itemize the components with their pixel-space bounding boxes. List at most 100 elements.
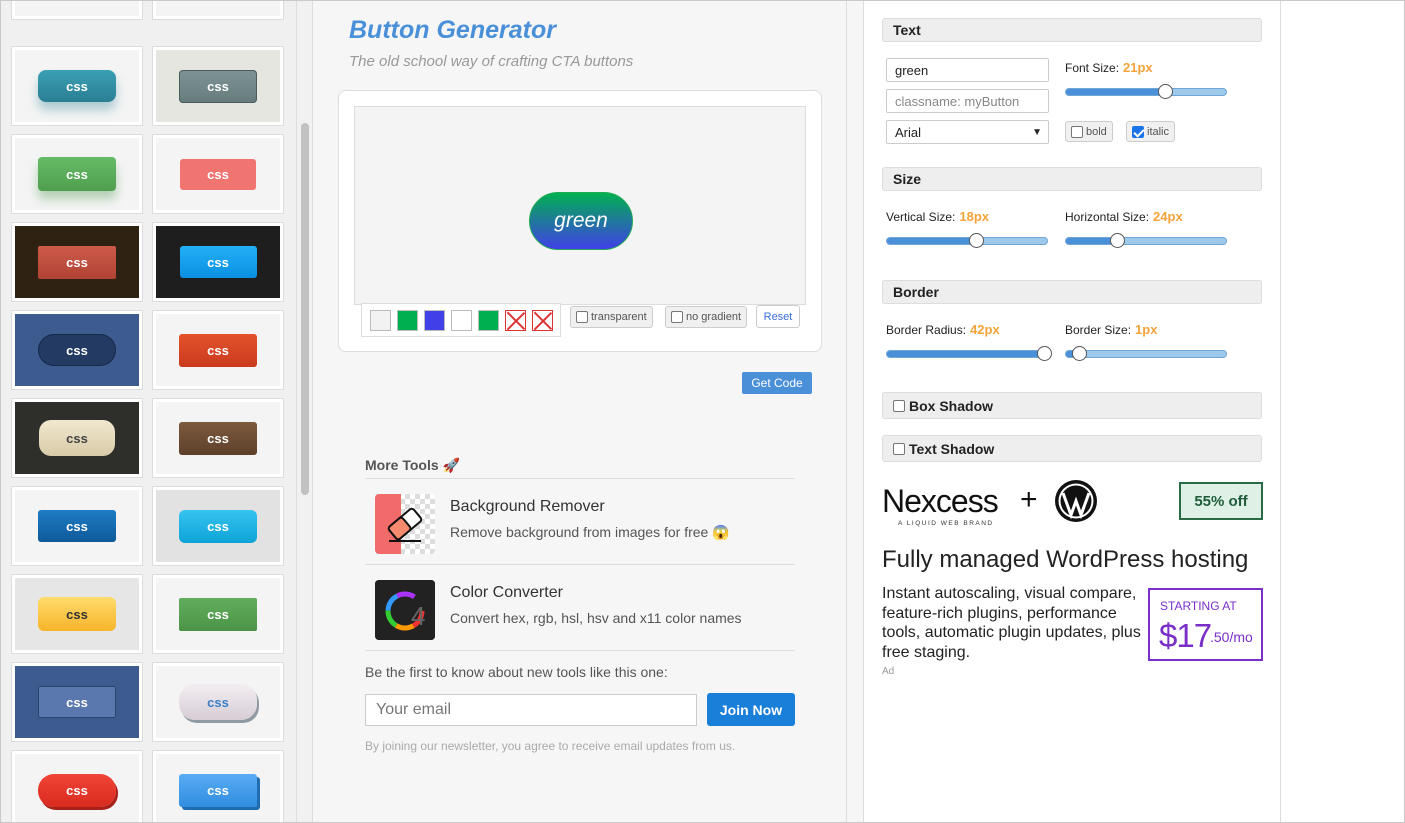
font-size-slider[interactable] [1065, 84, 1227, 99]
bold-checkbox[interactable] [1071, 125, 1083, 138]
tool-desc: Remove background from images for free 😱 [450, 524, 730, 540]
font-select[interactable]: Arial ▼ [886, 120, 1049, 144]
color-wheel-icon[interactable]: 4 [375, 580, 435, 640]
gallery-button-preview: css [38, 686, 116, 718]
gallery-tile[interactable] [12, 1, 142, 19]
text-section-header[interactable]: Text [882, 18, 1262, 42]
swatch-text[interactable] [451, 309, 472, 331]
swatch-none-icon[interactable] [532, 309, 553, 331]
horizontal-size-label-text: Horizontal Size: [1065, 210, 1150, 224]
eraser-icon[interactable] [375, 494, 435, 554]
slider-handle[interactable] [1109, 233, 1125, 248]
text-shadow-checkbox[interactable] [893, 442, 905, 455]
ad-label: Ad [882, 666, 895, 677]
ad-starting-at: STARTING AT [1160, 599, 1237, 613]
swatch-gradient-bottom[interactable] [424, 309, 445, 331]
gallery-tile[interactable]: css [12, 663, 142, 741]
preview-button[interactable]: green [529, 192, 633, 250]
slider-handle[interactable] [968, 233, 984, 248]
ad-brand-subtitle: A LIQUID WEB BRAND [898, 520, 994, 527]
gallery-tile[interactable]: css [153, 399, 283, 477]
ad-headline[interactable]: Fully managed WordPress hosting [882, 546, 1248, 574]
more-tools-title: More Tools 🚀 [365, 457, 460, 473]
border-size-slider[interactable] [1065, 346, 1227, 361]
transparent-toggle[interactable]: transparent [570, 306, 653, 328]
swatch-border[interactable] [478, 309, 499, 331]
vertical-size-label-text: Vertical Size: [886, 210, 956, 224]
divider [365, 650, 795, 651]
swatch-background[interactable] [370, 309, 391, 331]
gallery-tile[interactable]: css [153, 47, 283, 125]
italic-label: italic [1147, 125, 1170, 138]
bold-toggle[interactable]: bold [1065, 121, 1113, 142]
no-gradient-checkbox[interactable] [671, 311, 683, 323]
reset-button[interactable]: Reset [756, 305, 800, 328]
gallery-tile[interactable]: css [153, 487, 283, 565]
gallery-button-preview: css [179, 421, 257, 455]
button-text-input[interactable]: green [886, 58, 1049, 82]
ad-discount-badge[interactable]: 55% off [1179, 482, 1263, 520]
gallery-scrollbar[interactable] [297, 1, 313, 822]
gallery-button-preview: css [179, 69, 257, 103]
gallery-tile[interactable]: css [12, 751, 142, 822]
gallery-tile[interactable]: css [12, 399, 142, 477]
italic-toggle[interactable]: italic [1126, 121, 1176, 142]
gallery-tile[interactable]: css [12, 135, 142, 213]
border-radius-slider[interactable] [886, 346, 1052, 361]
swatch-gradient-top[interactable] [397, 309, 418, 331]
gallery-button-preview: css [38, 157, 116, 191]
gallery-tile[interactable]: css [153, 575, 283, 653]
gallery-tile[interactable]: css [12, 47, 142, 125]
box-shadow-checkbox[interactable] [893, 399, 905, 412]
slider-handle[interactable] [1158, 84, 1174, 99]
tool-name-color-converter[interactable]: Color Converter [450, 584, 563, 602]
gallery-tile[interactable]: css [153, 223, 283, 301]
ad-price-box[interactable]: STARTING AT $17 .50/mo [1148, 588, 1263, 661]
slider-handle[interactable] [1071, 346, 1087, 361]
join-now-button[interactable]: Join Now [707, 693, 795, 726]
gallery-tile[interactable]: css [153, 311, 283, 389]
get-code-button[interactable]: Get Code [742, 372, 812, 394]
slider-fill [1066, 89, 1165, 95]
gallery-tile[interactable]: css [12, 311, 142, 389]
border-size-label-text: Border Size: [1065, 323, 1132, 337]
tool-name-background-remover[interactable]: Background Remover [450, 498, 605, 516]
border-section-header[interactable]: Border [882, 280, 1262, 304]
italic-checkbox[interactable] [1132, 125, 1144, 138]
divider [365, 564, 795, 565]
slider-handle[interactable] [1037, 346, 1052, 361]
swatch-none-icon[interactable] [505, 309, 526, 331]
divider [365, 478, 795, 479]
transparent-label: transparent [591, 311, 647, 323]
page-subtitle: The old school way of crafting CTA butto… [349, 53, 634, 70]
transparent-checkbox[interactable] [576, 311, 588, 323]
chevron-down-icon: ▼ [1032, 126, 1042, 138]
box-shadow-header[interactable]: Box Shadow [882, 392, 1262, 419]
gallery-tile[interactable] [153, 1, 283, 19]
gallery-tile[interactable]: css [12, 487, 142, 565]
gallery-tile[interactable]: css [12, 575, 142, 653]
gallery-tile[interactable]: css [153, 135, 283, 213]
scrollbar-thumb[interactable] [301, 123, 309, 495]
classname-input[interactable]: classname: myButton [886, 89, 1049, 113]
horizontal-size-slider[interactable] [1065, 233, 1227, 248]
box-shadow-label: Box Shadow [909, 397, 994, 414]
gallery-tile[interactable]: css [12, 223, 142, 301]
size-section-header[interactable]: Size [882, 167, 1262, 191]
gallery-tile[interactable]: css [153, 663, 283, 741]
font-select-value: Arial [895, 124, 922, 140]
wordpress-logo-icon[interactable] [1054, 479, 1098, 523]
email-placeholder: Your email [376, 701, 452, 718]
gallery-tile[interactable]: css [153, 751, 283, 822]
email-input[interactable]: Your email [365, 694, 697, 726]
border-radius-value: 42px [970, 322, 1000, 337]
gallery-button-preview: css [179, 509, 257, 543]
text-shadow-header[interactable]: Text Shadow [882, 435, 1262, 462]
ad-plus: + [1020, 483, 1038, 516]
gallery-button-preview: css [39, 420, 115, 456]
slider-fill [887, 238, 975, 244]
vertical-size-slider[interactable] [886, 233, 1048, 248]
ad-brand-logo[interactable]: Nexcess [882, 483, 999, 520]
gallery-button-preview: css [179, 773, 257, 807]
no-gradient-toggle[interactable]: no gradient [665, 306, 748, 328]
